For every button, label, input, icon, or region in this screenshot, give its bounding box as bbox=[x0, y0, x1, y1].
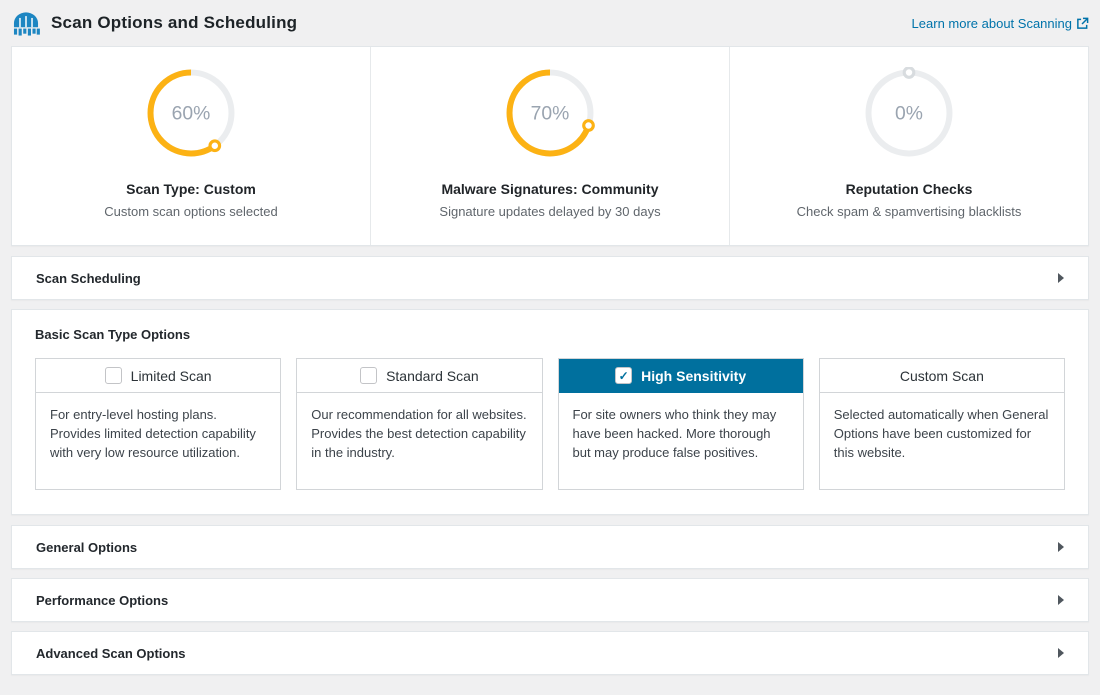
scan-option-description: Selected automatically when General Opti… bbox=[820, 393, 1064, 489]
scan-option-label: Limited Scan bbox=[131, 368, 212, 384]
malware-signatures-donut-chart: 70% bbox=[504, 67, 596, 159]
caret-right-icon bbox=[1058, 542, 1064, 552]
standard-scan-checkbox[interactable] bbox=[360, 367, 377, 384]
scan-option-label: High Sensitivity bbox=[641, 368, 746, 384]
basic-scan-type-panel: Basic Scan Type Options Limited Scan For… bbox=[11, 309, 1089, 515]
accordion-label: Advanced Scan Options bbox=[36, 646, 186, 661]
caret-right-icon bbox=[1058, 648, 1064, 658]
svg-text:0%: 0% bbox=[895, 103, 923, 124]
page-title: Scan Options and Scheduling bbox=[51, 13, 297, 33]
scan-option-custom[interactable]: Custom Scan Selected automatically when … bbox=[819, 358, 1065, 490]
caret-right-icon bbox=[1058, 595, 1064, 605]
scan-options-page: Scan Options and Scheduling Learn more a… bbox=[0, 0, 1100, 695]
stat-card-scan-type: 60% Scan Type: Custom Custom scan option… bbox=[12, 47, 370, 245]
limited-scan-checkbox[interactable] bbox=[105, 367, 122, 384]
stat-title: Malware Signatures: Community bbox=[395, 181, 705, 197]
page-header: Scan Options and Scheduling Learn more a… bbox=[11, 0, 1089, 46]
accordion-general-options[interactable]: General Options bbox=[11, 525, 1089, 569]
accordion-scan-scheduling[interactable]: Scan Scheduling bbox=[11, 256, 1089, 300]
scan-status-panel: 60% Scan Type: Custom Custom scan option… bbox=[11, 46, 1089, 246]
scan-option-standard[interactable]: Standard Scan Our recommendation for all… bbox=[296, 358, 542, 490]
stat-title: Scan Type: Custom bbox=[36, 181, 346, 197]
stat-subtitle: Custom scan options selected bbox=[36, 204, 346, 219]
caret-right-icon bbox=[1058, 273, 1064, 283]
scan-option-header[interactable]: Custom Scan bbox=[820, 359, 1064, 393]
scan-option-label: Standard Scan bbox=[386, 368, 479, 384]
scan-option-description: Our recommendation for all websites. Pro… bbox=[297, 393, 541, 489]
stat-subtitle: Check spam & spamvertising blacklists bbox=[754, 204, 1064, 219]
stat-title: Reputation Checks bbox=[754, 181, 1064, 197]
wordfence-scan-icon bbox=[11, 11, 41, 36]
scan-option-header[interactable]: High Sensitivity bbox=[559, 359, 803, 393]
scan-option-description: For site owners who think they may have … bbox=[559, 393, 803, 489]
scan-option-limited[interactable]: Limited Scan For entry-level hosting pla… bbox=[35, 358, 281, 490]
stat-card-malware-signatures: 70% Malware Signatures: Community Signat… bbox=[370, 47, 729, 245]
accordion-performance-options[interactable]: Performance Options bbox=[11, 578, 1089, 622]
header-left: Scan Options and Scheduling bbox=[11, 11, 297, 36]
learn-more-label: Learn more about Scanning bbox=[912, 16, 1072, 31]
reputation-checks-donut-chart: 0% bbox=[863, 67, 955, 159]
accordion-advanced-scan-options[interactable]: Advanced Scan Options bbox=[11, 631, 1089, 675]
svg-text:60%: 60% bbox=[172, 103, 211, 124]
scan-option-label: Custom Scan bbox=[900, 368, 984, 384]
scan-option-high-sensitivity[interactable]: High Sensitivity For site owners who thi… bbox=[558, 358, 804, 490]
external-link-icon bbox=[1076, 17, 1089, 30]
accordion-label: Scan Scheduling bbox=[36, 271, 141, 286]
accordion-label: General Options bbox=[36, 540, 137, 555]
accordion-label: Performance Options bbox=[36, 593, 168, 608]
stat-subtitle: Signature updates delayed by 30 days bbox=[395, 204, 705, 219]
svg-text:70%: 70% bbox=[531, 103, 570, 124]
scan-option-header[interactable]: Limited Scan bbox=[36, 359, 280, 393]
basic-scan-heading: Basic Scan Type Options bbox=[35, 327, 1065, 342]
scan-type-donut-chart: 60% bbox=[145, 67, 237, 159]
scan-type-cards: Limited Scan For entry-level hosting pla… bbox=[35, 358, 1065, 490]
scan-option-header[interactable]: Standard Scan bbox=[297, 359, 541, 393]
stat-card-reputation-checks: 0% Reputation Checks Check spam & spamve… bbox=[729, 47, 1088, 245]
learn-more-link[interactable]: Learn more about Scanning bbox=[912, 16, 1089, 31]
scan-option-description: For entry-level hosting plans. Provides … bbox=[36, 393, 280, 489]
high-sensitivity-checkbox[interactable] bbox=[615, 367, 632, 384]
